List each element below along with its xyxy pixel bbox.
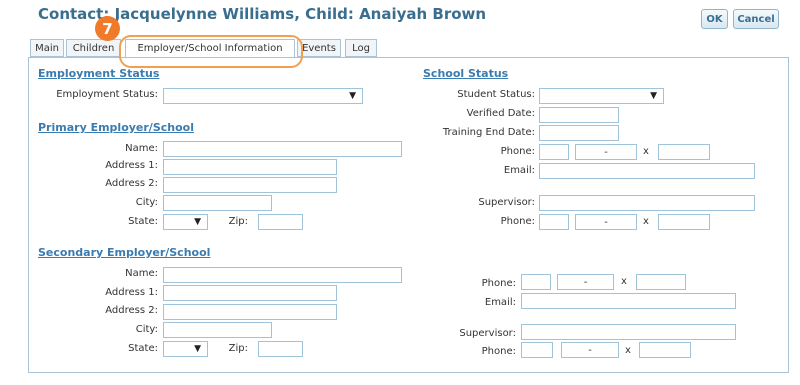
tab-events[interactable]: Events <box>297 39 341 57</box>
school-phone-ext-input[interactable] <box>658 144 710 160</box>
verified-date-input[interactable] <box>539 107 619 123</box>
primary-name-label: Name: <box>125 143 158 154</box>
school-status-heading: School Status <box>423 67 509 80</box>
employment-status-heading: Employment Status <box>38 67 160 80</box>
employment-status-select[interactable]: ▼ <box>163 88 363 104</box>
secondary-phone-ext-separator: x <box>621 276 627 287</box>
primary-city-input[interactable] <box>163 195 272 211</box>
secondary-phone-label: Phone: <box>481 278 516 289</box>
primary-address2-label: Address 2: <box>105 178 158 189</box>
secondary-address1-input[interactable] <box>163 285 337 301</box>
secondary-email-input[interactable] <box>521 293 736 309</box>
school-supervisor-phone-number-input[interactable]: - <box>575 214 637 230</box>
dropdown-icon: ▼ <box>349 91 356 101</box>
secondary-supervisor-phone-ext-input[interactable] <box>639 342 691 358</box>
ok-button[interactable]: OK <box>701 9 728 29</box>
secondary-employer-heading: Secondary Employer/School <box>38 246 211 259</box>
primary-city-label: City: <box>135 197 158 208</box>
secondary-city-input[interactable] <box>163 322 272 338</box>
secondary-email-label: Email: <box>484 297 516 308</box>
school-supervisor-phone-label: Phone: <box>500 216 535 227</box>
highlight-outline <box>119 35 303 68</box>
secondary-zip-input[interactable] <box>258 341 303 357</box>
secondary-supervisor-phone-ext-separator: x <box>625 345 631 356</box>
student-status-label: Student Status: <box>457 89 535 100</box>
secondary-zip-label: Zip: <box>228 343 248 354</box>
school-supervisor-phone-area-input[interactable] <box>539 214 569 230</box>
secondary-name-label: Name: <box>125 268 158 279</box>
secondary-supervisor-phone-number-input[interactable]: - <box>561 342 619 358</box>
tab-log[interactable]: Log <box>345 39 377 57</box>
secondary-name-input[interactable] <box>163 267 402 283</box>
secondary-state-select[interactable]: ▼ <box>163 341 208 357</box>
tab-main[interactable]: Main <box>30 39 64 57</box>
primary-address1-label: Address 1: <box>105 160 158 171</box>
cancel-button[interactable]: Cancel <box>733 9 779 29</box>
employment-status-label: Employment Status: <box>56 89 158 100</box>
dropdown-icon: ▼ <box>194 217 201 227</box>
primary-name-input[interactable] <box>163 141 402 157</box>
school-phone-ext-separator: x <box>643 146 649 157</box>
school-phone-label: Phone: <box>500 146 535 157</box>
secondary-phone-number-input[interactable]: - <box>557 274 614 290</box>
secondary-city-label: City: <box>135 324 158 335</box>
secondary-state-label: State: <box>128 343 158 354</box>
training-end-date-label: Training End Date: <box>442 127 535 138</box>
tab-children[interactable]: Children <box>66 39 121 57</box>
primary-employer-heading: Primary Employer/School <box>38 121 194 134</box>
verified-date-label: Verified Date: <box>466 108 535 119</box>
school-supervisor-input[interactable] <box>539 195 755 211</box>
school-supervisor-phone-ext-input[interactable] <box>658 214 710 230</box>
primary-zip-label: Zip: <box>228 216 248 227</box>
school-email-input[interactable] <box>539 163 755 179</box>
school-email-label: Email: <box>503 165 535 176</box>
school-phone-area-input[interactable] <box>539 144 569 160</box>
secondary-supervisor-label: Supervisor: <box>459 328 516 339</box>
primary-state-label: State: <box>128 216 158 227</box>
primary-zip-input[interactable] <box>258 214 303 230</box>
secondary-phone-ext-input[interactable] <box>636 274 686 290</box>
school-phone-number-input[interactable]: - <box>575 144 637 160</box>
primary-state-select[interactable]: ▼ <box>163 214 208 230</box>
secondary-supervisor-input[interactable] <box>521 324 736 340</box>
dropdown-icon: ▼ <box>650 91 657 101</box>
secondary-address1-label: Address 1: <box>105 287 158 298</box>
school-supervisor-phone-ext-separator: x <box>643 216 649 227</box>
secondary-phone-area-input[interactable] <box>521 274 551 290</box>
school-supervisor-label: Supervisor: <box>478 197 535 208</box>
secondary-supervisor-phone-label: Phone: <box>481 346 516 357</box>
secondary-address2-label: Address 2: <box>105 305 158 316</box>
step-marker: 7 <box>95 16 120 41</box>
training-end-date-input[interactable] <box>539 125 619 141</box>
secondary-supervisor-phone-area-input[interactable] <box>521 342 553 358</box>
dropdown-icon: ▼ <box>194 344 201 354</box>
primary-address1-input[interactable] <box>163 159 337 175</box>
student-status-select[interactable]: ▼ <box>539 88 664 104</box>
secondary-address2-input[interactable] <box>163 304 337 320</box>
primary-address2-input[interactable] <box>163 177 337 193</box>
